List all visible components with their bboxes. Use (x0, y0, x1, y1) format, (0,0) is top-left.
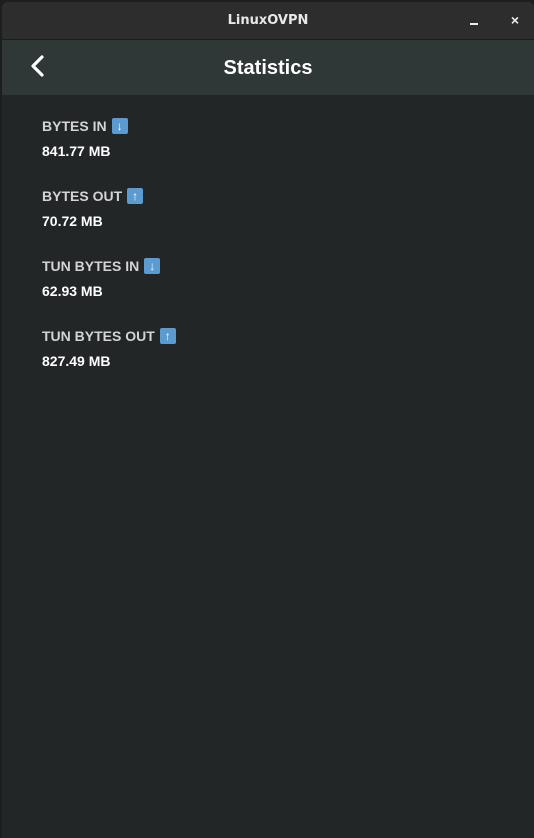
close-button[interactable]: × (505, 10, 525, 30)
stat-label: BYTES IN (42, 118, 107, 134)
stat-label: TUN BYTES IN (42, 258, 140, 274)
page-title: Statistics (223, 57, 313, 79)
stat-label: TUN BYTES OUT (42, 328, 155, 344)
stat-label: BYTES OUT (42, 188, 123, 204)
arrow-down-icon: ↓ (111, 118, 128, 134)
stat-value: 62.93 MB (42, 283, 103, 299)
page-header: Statistics (2, 40, 534, 95)
stat-bytes-in: BYTES IN ↓ 841.77 MB (42, 115, 494, 159)
stat-value: 827.49 MB (42, 353, 111, 369)
stat-tun-bytes-in: TUN BYTES IN ↓ 62.93 MB (42, 255, 494, 299)
stat-value: 70.72 MB (42, 213, 103, 229)
stat-tun-bytes-out: TUN BYTES OUT ↑ 827.49 MB (42, 325, 494, 369)
arrow-up-icon: ↑ (127, 188, 144, 204)
arrow-down-icon: ↓ (144, 258, 161, 274)
app-window: LinuxOVPN × Statistics BYTES IN ↓ 841.77 … (2, 2, 534, 838)
stat-value: 841.77 MB (42, 143, 111, 159)
title-bar: LinuxOVPN × (2, 2, 534, 40)
window-title: LinuxOVPN (227, 13, 309, 28)
arrow-up-icon: ↑ (159, 328, 176, 344)
minimize-button[interactable] (464, 10, 484, 30)
stat-bytes-out: BYTES OUT ↑ 70.72 MB (42, 185, 494, 229)
statistics-list: BYTES IN ↓ 841.77 MB BYTES OUT ↑ 70.72 MB … (2, 95, 534, 415)
